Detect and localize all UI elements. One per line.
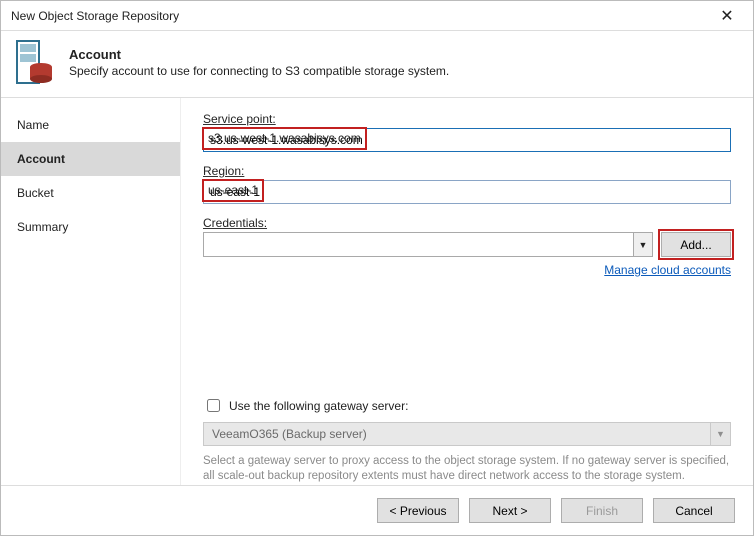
window-title: New Object Storage Repository — [11, 9, 707, 23]
titlebar: New Object Storage Repository ✕ — [1, 1, 753, 31]
chevron-down-icon: ▼ — [711, 422, 731, 446]
wizard-steps: Name Account Bucket Summary — [1, 98, 181, 485]
gateway-checkbox[interactable] — [207, 399, 220, 412]
step-summary[interactable]: Summary — [1, 210, 180, 244]
step-account[interactable]: Account — [1, 142, 180, 176]
add-credentials-button[interactable]: Add... — [661, 232, 731, 257]
region-input[interactable] — [203, 180, 731, 204]
next-button[interactable]: Next > — [469, 498, 551, 523]
previous-button[interactable]: < Previous — [377, 498, 459, 523]
header-text: Account Specify account to use for conne… — [69, 47, 449, 78]
credentials-input[interactable] — [203, 232, 634, 257]
region-highlight: us-east-1 — [202, 179, 264, 202]
storage-icon — [15, 39, 55, 85]
finish-button: Finish — [561, 498, 643, 523]
step-name[interactable]: Name — [1, 108, 180, 142]
dialog-window: New Object Storage Repository ✕ Account … — [0, 0, 754, 536]
service-point-label: Service point: — [203, 112, 731, 126]
credentials-label: Credentials: — [203, 216, 731, 230]
credentials-combo[interactable]: ▼ — [203, 232, 653, 257]
gateway-server-combo: ▼ — [203, 422, 731, 446]
close-icon[interactable]: ✕ — [707, 2, 747, 30]
dialog-header: Account Specify account to use for conne… — [1, 31, 753, 98]
service-point-highlight: s3.us-west-1.wasabisys.com — [202, 127, 367, 150]
header-title: Account — [69, 47, 449, 62]
chevron-down-icon[interactable]: ▼ — [634, 232, 653, 257]
gateway-hint: Select a gateway server to proxy access … — [203, 454, 731, 485]
manage-accounts-link[interactable]: Manage cloud accounts — [604, 263, 731, 277]
step-bucket[interactable]: Bucket — [1, 176, 180, 210]
gateway-server-input — [203, 422, 711, 446]
gateway-section: Use the following gateway server: ▼ Sele… — [203, 376, 731, 485]
gateway-checkbox-label: Use the following gateway server: — [229, 399, 408, 413]
cancel-button[interactable]: Cancel — [653, 498, 735, 523]
region-label: Region: — [203, 164, 731, 178]
dialog-footer: < Previous Next > Finish Cancel — [1, 485, 753, 535]
header-subtitle: Specify account to use for connecting to… — [69, 64, 449, 78]
form-content: Service point: s3.us-west-1.wasabisys.co… — [181, 98, 753, 485]
dialog-body: Name Account Bucket Summary Service poin… — [1, 98, 753, 485]
